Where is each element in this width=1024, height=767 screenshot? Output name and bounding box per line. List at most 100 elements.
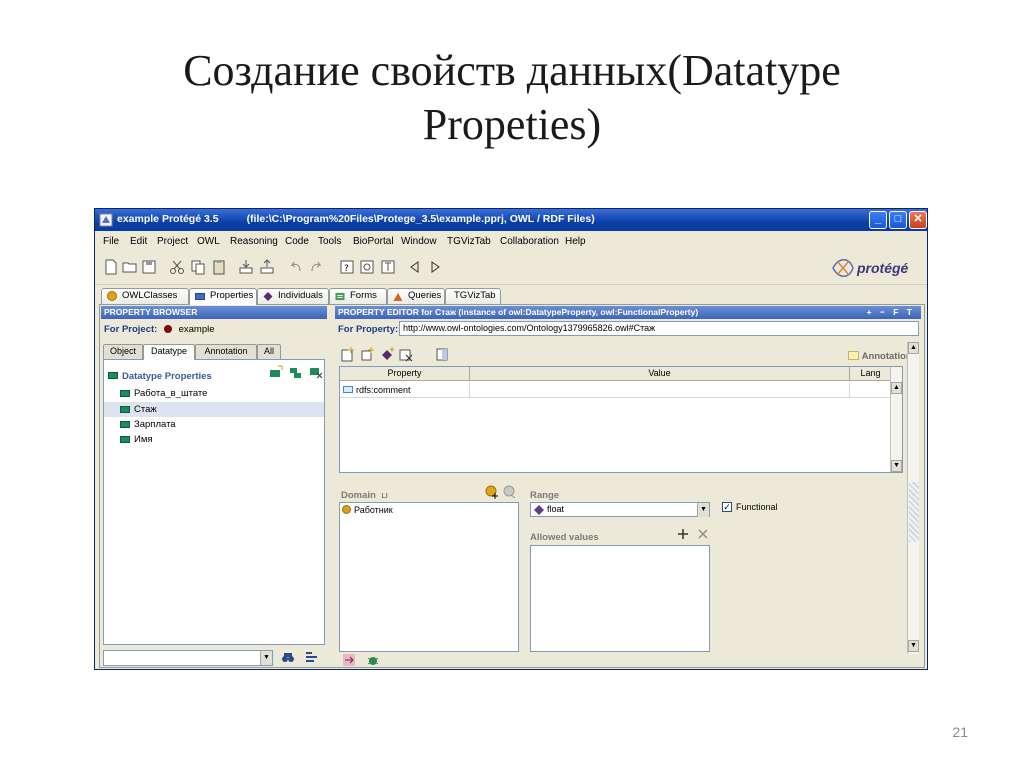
add-individual-icon[interactable] — [381, 347, 396, 362]
view-options-icon[interactable] — [305, 650, 319, 664]
menu-edit[interactable]: Edit — [130, 236, 147, 247]
menu-owl[interactable]: OWL — [197, 236, 220, 247]
arrow-right-icon[interactable] — [343, 654, 355, 666]
menu-tgviztab[interactable]: TGVizTab — [447, 236, 491, 247]
scroll-thumb[interactable] — [909, 482, 919, 542]
project-icon — [163, 325, 172, 333]
domain-list: Работник — [339, 502, 519, 652]
menu-help[interactable]: Help — [565, 236, 586, 247]
remove-domain-class-icon[interactable] — [502, 485, 516, 499]
tree-item-zarplata[interactable]: Зарплата — [104, 417, 324, 432]
close-button[interactable]: ✕ — [909, 211, 927, 229]
range-value: float — [547, 504, 565, 514]
config-icon[interactable] — [359, 259, 375, 275]
tree-item-imya[interactable]: Имя — [104, 432, 324, 447]
tree-item-stazh[interactable]: Стаж — [104, 402, 324, 417]
datatype-property-icon — [120, 436, 130, 443]
create-property-icon[interactable] — [269, 364, 283, 380]
binoculars-icon[interactable] — [281, 650, 295, 664]
menu-code[interactable]: Code — [285, 236, 309, 247]
tab-individuals[interactable]: Individuals — [257, 288, 329, 304]
undo-icon[interactable] — [288, 259, 304, 275]
menu-project[interactable]: Project — [157, 236, 188, 247]
scroll-up-arrow[interactable]: ▲ — [891, 382, 902, 394]
tree-root-label: Datatype Properties — [122, 371, 212, 382]
menu-window[interactable]: Window — [401, 236, 437, 247]
remove-allowed-value-icon[interactable] — [697, 528, 709, 540]
tab-queries[interactable]: Queries — [387, 288, 445, 304]
tab-owlclasses[interactable]: OWLClasses — [101, 288, 189, 304]
import-icon[interactable] — [238, 259, 254, 275]
tab-annotation[interactable]: Annotation — [195, 344, 257, 359]
tab-object[interactable]: Object — [103, 344, 143, 359]
tab-tgviztab[interactable]: TGVizTab — [445, 288, 501, 304]
open-folder-icon[interactable] — [122, 259, 138, 275]
table-scrollbar[interactable]: ▲ ▼ — [890, 367, 902, 472]
minimize-button[interactable]: _ — [869, 211, 887, 229]
menu-file[interactable]: File — [103, 236, 119, 247]
scroll-down-arrow[interactable]: ▼ — [891, 460, 902, 472]
column-header-lang[interactable]: Lang — [850, 367, 892, 381]
add-allowed-value-icon[interactable] — [677, 528, 689, 540]
add-annotation-icon[interactable] — [341, 347, 356, 362]
redo-icon[interactable] — [308, 259, 324, 275]
range-select[interactable]: float ▼ — [530, 502, 710, 517]
chevron-down-icon[interactable]: ▼ — [697, 503, 709, 517]
cut-icon[interactable] — [169, 259, 185, 275]
panel-view-icon[interactable] — [435, 347, 450, 362]
scroll-up-arrow[interactable]: ▲ — [908, 342, 919, 354]
add-domain-class-icon[interactable] — [485, 485, 499, 499]
menu-reasoning[interactable]: Reasoning — [230, 236, 278, 247]
property-uri-field[interactable]: http://www.owl-ontologies.com/Ontology13… — [399, 321, 919, 336]
back-arrow-icon[interactable] — [407, 259, 423, 275]
domain-label: Domain LI — [341, 490, 388, 501]
title-bar[interactable]: example Protégé 3.5 (file:\C:\Program%20F… — [95, 209, 927, 231]
column-header-value[interactable]: Value — [470, 367, 850, 381]
scroll-down-arrow[interactable]: ▼ — [908, 640, 919, 652]
copy-icon[interactable] — [190, 259, 206, 275]
add-value-icon[interactable] — [361, 347, 376, 362]
tree-item-rabota-v-shtate[interactable]: Работа_в_штате — [104, 386, 324, 401]
tab-all[interactable]: All — [257, 344, 281, 359]
tab-forms-label: Forms — [350, 290, 377, 301]
table-row-value-cell[interactable] — [470, 382, 850, 398]
datatype-property-icon — [120, 421, 130, 428]
forward-arrow-icon[interactable] — [427, 259, 443, 275]
tree-item-label: Имя — [134, 434, 153, 445]
chevron-down-icon[interactable]: ▼ — [260, 651, 272, 665]
tab-properties[interactable]: Properties — [189, 288, 257, 305]
delete-property-icon[interactable] — [309, 364, 323, 380]
domain-item-rabotnik[interactable]: Работник — [342, 505, 393, 515]
functional-checkbox[interactable]: ✓ — [722, 502, 732, 512]
tab-datatype[interactable]: Datatype — [143, 344, 195, 360]
table-row-property-cell[interactable]: rdfs:comment — [340, 382, 470, 398]
slide-number: 21 — [952, 724, 968, 740]
header-controls[interactable]: + − F T — [867, 306, 915, 319]
column-header-property[interactable]: Property — [340, 367, 470, 381]
property-editor-title: PROPERTY EDITOR for Стаж (instance of ow… — [338, 307, 699, 317]
maximize-button[interactable]: □ — [889, 211, 907, 229]
paste-icon[interactable] — [211, 259, 227, 275]
queries-icon — [393, 292, 403, 301]
tab-forms[interactable]: Forms — [329, 288, 387, 304]
export-icon[interactable] — [259, 259, 275, 275]
menu-bioportal[interactable]: BioPortal — [353, 236, 394, 247]
table-row-lang-cell[interactable] — [850, 382, 892, 398]
menu-tools[interactable]: Tools — [318, 236, 341, 247]
datatype-property-icon — [120, 390, 130, 397]
tab-owlclasses-label: OWLClasses — [122, 290, 178, 301]
menu-collaboration[interactable]: Collaboration — [500, 236, 559, 247]
new-file-icon[interactable] — [103, 259, 119, 275]
help-icon[interactable]: ? — [339, 259, 355, 275]
editor-scrollbar[interactable]: ▲ ▼ — [907, 342, 919, 654]
tree-item-label: Работа_в_штате — [134, 388, 208, 399]
tab-tgviztab-label: TGVizTab — [454, 290, 496, 301]
delete-annotation-icon[interactable] — [399, 347, 414, 362]
tree-root[interactable]: Datatype Properties — [108, 371, 212, 382]
text-icon[interactable] — [380, 259, 396, 275]
property-editor-header: PROPERTY EDITOR for Стаж (instance of ow… — [335, 306, 921, 319]
search-input[interactable]: ▼ — [103, 650, 273, 666]
save-icon[interactable] — [141, 259, 157, 275]
bug-icon[interactable] — [367, 654, 379, 666]
create-subproperty-icon[interactable] — [289, 364, 303, 380]
